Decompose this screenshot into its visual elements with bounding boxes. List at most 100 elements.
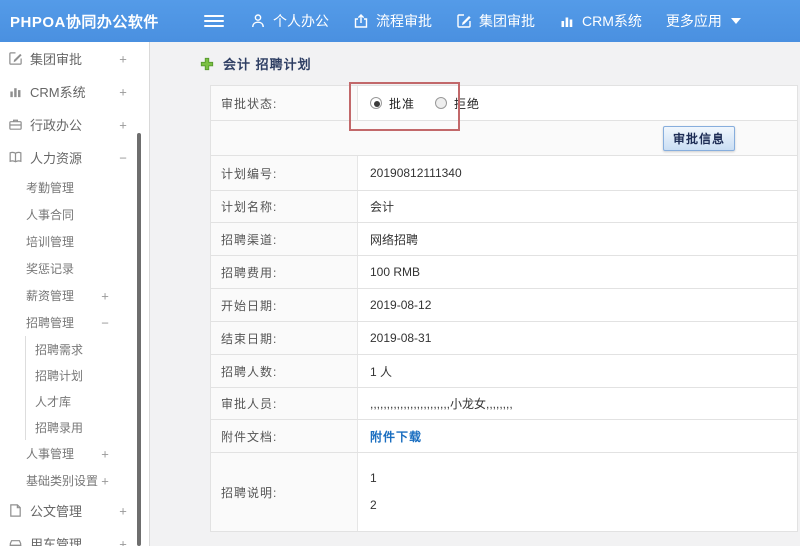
edit-square-icon — [456, 13, 472, 29]
sidebar-item-base-category[interactable]: 基础类别设置 + — [0, 467, 149, 494]
field-value: ,,,,,,,,,,,,,,,,,,,,,,,,小龙女,,,,,,,, — [370, 397, 513, 411]
sidebar-item-recruit-plan[interactable]: 招聘计划 — [26, 362, 149, 388]
edit-square-icon — [8, 51, 23, 66]
sidebar-item-hr[interactable]: 人力资源 − — [0, 141, 149, 174]
table-row: 计划编号: 20190812111340 — [211, 156, 797, 191]
table-row: 审批人员: ,,,,,,,,,,,,,,,,,,,,,,,,小龙女,,,,,,,… — [211, 388, 797, 420]
hamburger-menu-icon[interactable] — [204, 12, 224, 30]
field-label: 开始日期: — [211, 289, 358, 321]
expand-icon[interactable]: + — [99, 473, 111, 488]
field-label: 结束日期: — [211, 322, 358, 354]
recruit-submenu: 招聘需求 招聘计划 人才库 招聘录用 — [25, 336, 149, 440]
sidebar-item-label: 行政办公 — [30, 118, 83, 133]
field-label: 计划名称: — [211, 191, 358, 222]
expand-icon[interactable]: + — [117, 536, 129, 546]
field-value: 2019-08-12 — [370, 298, 432, 312]
field-label: 审批人员: — [211, 388, 358, 419]
app-logo: PHPOA协同办公软件 — [10, 13, 159, 31]
radio-reject[interactable] — [435, 97, 448, 109]
page-title: 会计 招聘计划 — [223, 57, 312, 72]
table-row-button: 审批信息 — [211, 121, 797, 156]
field-label: 招聘说明: — [211, 453, 358, 531]
sidebar-item-label: 招聘录用 — [35, 420, 84, 435]
nav-group-approval[interactable]: 集团审批 — [456, 11, 535, 31]
sidebar-item-attendance[interactable]: 考勤管理 — [0, 174, 149, 201]
table-row: 结束日期: 2019-08-31 — [211, 322, 797, 355]
sidebar-item-rewards[interactable]: 奖惩记录 — [0, 255, 149, 282]
sidebar-item-salary[interactable]: 薪资管理 + — [0, 282, 149, 309]
nav-personal-office[interactable]: 个人办公 — [250, 11, 329, 31]
sidebar-item-crm[interactable]: CRM系统 + — [0, 75, 149, 108]
car-icon — [8, 536, 23, 546]
table-row: 招聘费用: 100 RMB — [211, 256, 797, 289]
add-icon — [200, 57, 214, 71]
briefcase-icon — [8, 117, 23, 132]
sidebar-item-group-approval[interactable]: 集团审批 + — [0, 42, 149, 75]
sidebar-item-label: 人才库 — [35, 394, 72, 409]
sidebar-scrollbar[interactable] — [137, 133, 141, 546]
top-bar: PHPOA协同办公软件 个人办公 流程审批 集团审批 CRM系统 更多应用 — [0, 0, 800, 42]
sidebar-item-vehicle[interactable]: 用车管理 + — [0, 527, 149, 546]
recruit-plan-form: 审批状态: 批准 拒绝 审批信息 计划编号: 20190812111340 计划… — [210, 85, 798, 532]
nav-label: 流程审批 — [376, 13, 432, 29]
nav-more-apps[interactable]: 更多应用 — [666, 11, 741, 31]
expand-icon[interactable]: + — [99, 446, 111, 461]
expand-icon[interactable]: + — [117, 51, 129, 66]
field-value: 20190812111340 — [370, 166, 462, 180]
table-row-approval-status: 审批状态: 批准 拒绝 — [211, 86, 797, 121]
top-nav: 个人办公 流程审批 集团审批 CRM系统 更多应用 — [238, 11, 753, 31]
description-line: 1 — [370, 471, 377, 485]
sidebar-item-label: 招聘管理 — [26, 316, 75, 330]
sidebar-item-label: 招聘计划 — [35, 368, 84, 383]
expand-icon[interactable]: + — [117, 84, 129, 99]
table-row-attachment: 附件文档: 附件下载 — [211, 420, 797, 453]
table-row: 开始日期: 2019-08-12 — [211, 289, 797, 322]
sidebar-item-label: 考勤管理 — [26, 181, 75, 195]
expand-icon[interactable]: + — [99, 288, 111, 303]
sidebar-item-label: 用车管理 — [30, 537, 83, 546]
attachment-download-link[interactable]: 附件下载 — [370, 428, 422, 445]
nav-label: 个人办公 — [273, 13, 329, 29]
main-content: 会计 招聘计划 审批状态: 批准 拒绝 审批信息 计划编号: 201908121… — [150, 42, 800, 546]
sidebar-item-hr-contract[interactable]: 人事合同 — [0, 201, 149, 228]
flow-icon — [353, 13, 369, 29]
field-value: 2019-08-31 — [370, 331, 432, 345]
sidebar-item-recruit-hire[interactable]: 招聘录用 — [26, 414, 149, 440]
nav-label: CRM系统 — [582, 13, 642, 29]
bar-chart-icon — [8, 84, 23, 99]
radio-reject-label[interactable]: 拒绝 — [454, 95, 480, 112]
table-row: 计划名称: 会计 — [211, 191, 797, 223]
sidebar-item-documents[interactable]: 公文管理 + — [0, 494, 149, 527]
sidebar-item-label: 公文管理 — [30, 504, 83, 519]
sidebar-item-label: 薪资管理 — [26, 289, 75, 303]
page-title-bar: 会计 招聘计划 — [150, 42, 800, 85]
sidebar-item-admin-office[interactable]: 行政办公 + — [0, 108, 149, 141]
radio-approve[interactable] — [370, 97, 382, 109]
radio-approve-label[interactable]: 批准 — [389, 95, 415, 112]
person-icon — [250, 13, 266, 29]
field-value: 网络招聘 — [370, 232, 419, 247]
expand-icon[interactable]: + — [117, 117, 129, 132]
sidebar-item-label: CRM系统 — [30, 85, 86, 100]
caret-down-icon — [730, 18, 741, 24]
collapse-icon[interactable]: − — [99, 315, 111, 330]
nav-process-approval[interactable]: 流程审批 — [353, 11, 432, 31]
field-value: 100 RMB — [370, 265, 421, 279]
sidebar-item-label: 奖惩记录 — [26, 262, 75, 276]
sidebar-item-recruit-mgmt[interactable]: 招聘管理 − — [0, 309, 149, 336]
expand-icon[interactable]: + — [117, 503, 129, 518]
field-label: 附件文档: — [211, 420, 358, 452]
approval-info-button[interactable]: 审批信息 — [662, 125, 735, 151]
sidebar-item-talent-pool[interactable]: 人才库 — [26, 388, 149, 414]
nav-crm-system[interactable]: CRM系统 — [559, 11, 642, 31]
sidebar-item-label: 基础类别设置 — [26, 474, 99, 488]
sidebar-item-training[interactable]: 培训管理 — [0, 228, 149, 255]
sidebar: 集团审批 + CRM系统 + 行政办公 + 人力资源 − 考勤管理 人事合同 培… — [0, 42, 150, 546]
sidebar-item-personnel-mgmt[interactable]: 人事管理 + — [0, 440, 149, 467]
sidebar-item-recruit-demand[interactable]: 招聘需求 — [26, 336, 149, 362]
collapse-icon[interactable]: − — [117, 150, 129, 165]
field-value: 1 人 — [370, 364, 393, 379]
field-label: 招聘费用: — [211, 256, 358, 288]
nav-label: 集团审批 — [479, 13, 535, 29]
field-label: 计划编号: — [211, 156, 358, 190]
